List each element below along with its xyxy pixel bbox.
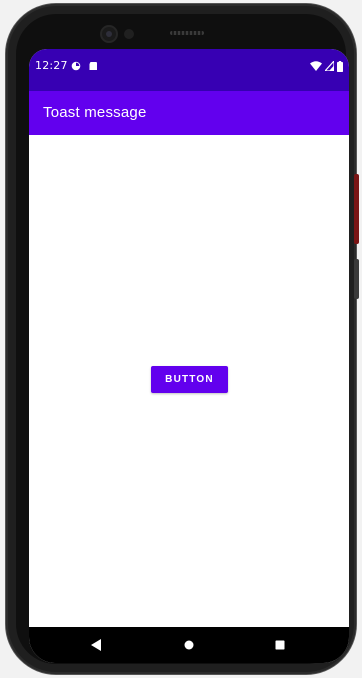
recents-icon: [275, 640, 285, 650]
back-icon: [91, 639, 101, 651]
home-icon: [184, 640, 194, 650]
navigation-bar: [29, 627, 349, 663]
battery-icon: [337, 60, 343, 72]
device-screen: 12:27 Toast message BUTTON: [29, 49, 349, 663]
status-bar: 12:27: [29, 49, 349, 91]
cell-signal-icon: [325, 61, 334, 71]
status-time: 12:27: [35, 59, 68, 72]
sync-icon: [71, 61, 81, 71]
volume-button: [354, 259, 359, 299]
nav-home-button[interactable]: [180, 636, 198, 654]
nav-back-button[interactable]: [87, 636, 105, 654]
app-title: Toast message: [43, 104, 147, 121]
wifi-icon: [310, 61, 322, 71]
power-button: [354, 174, 359, 244]
main-button[interactable]: BUTTON: [151, 366, 228, 393]
earpiece-speaker-icon: [170, 31, 204, 35]
front-camera-icon: [102, 27, 116, 41]
sd-card-icon: [89, 62, 97, 70]
status-icons: [310, 60, 343, 72]
app-bar: Toast message: [29, 91, 349, 135]
proximity-sensor-icon: [124, 29, 134, 39]
nav-recents-button[interactable]: [271, 636, 289, 654]
main-content: BUTTON: [29, 135, 349, 627]
